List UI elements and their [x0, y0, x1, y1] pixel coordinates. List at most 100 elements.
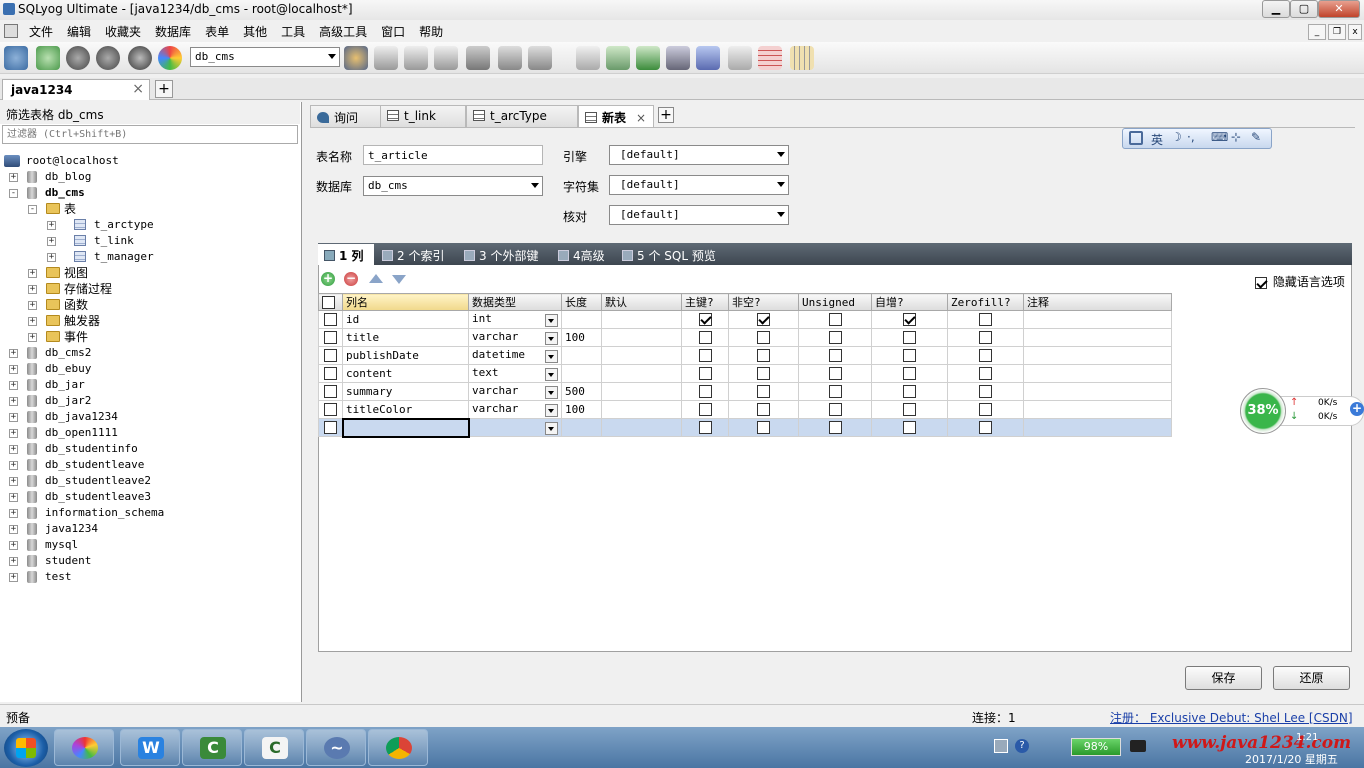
compare-icon[interactable] — [636, 46, 660, 70]
column-header[interactable]: 数据类型 — [468, 293, 562, 311]
comment-cell[interactable] — [1023, 418, 1172, 437]
query-tab[interactable]: t_link — [380, 105, 466, 127]
menu-item[interactable]: 数据库 — [148, 21, 198, 42]
chevron-down-icon[interactable] — [545, 350, 558, 363]
ai-checkbox[interactable] — [903, 349, 916, 363]
taskbar-app-chrome[interactable] — [368, 729, 428, 766]
column-tab[interactable]: 1 列 — [318, 244, 374, 265]
column-tab[interactable]: 5 个 SQL 预览 — [616, 244, 722, 265]
un-checkbox[interactable] — [828, 331, 842, 345]
close-button[interactable]: ✕ — [1318, 0, 1360, 18]
length-cell[interactable] — [561, 310, 602, 329]
comment-cell[interactable] — [1023, 346, 1172, 365]
expand-toggle-icon[interactable]: + — [9, 445, 18, 454]
moon-icon[interactable]: ☽ — [1171, 130, 1182, 144]
data-type-cell[interactable]: varchar — [468, 382, 562, 401]
table-row[interactable]: summary varchar 500 — [318, 382, 1172, 401]
taskbar-app-sqlyog[interactable]: ~ — [306, 729, 366, 766]
ai-checkbox[interactable] — [903, 421, 916, 435]
menu-item[interactable]: 文件 — [22, 21, 60, 42]
menu-item[interactable]: 编辑 — [60, 21, 98, 42]
chevron-down-icon[interactable] — [545, 332, 558, 345]
expand-toggle-icon[interactable]: + — [28, 269, 37, 278]
expand-toggle-icon[interactable]: + — [9, 493, 18, 502]
filter-input[interactable] — [2, 125, 298, 144]
column-name-cell[interactable]: id — [342, 310, 469, 329]
comment-cell[interactable] — [1023, 364, 1172, 383]
save-button[interactable]: 保存 — [1185, 666, 1262, 690]
taskbar-app-camtasia[interactable]: C — [182, 729, 242, 766]
data-search-icon[interactable] — [758, 46, 782, 70]
table-diff-icon[interactable] — [528, 46, 552, 70]
column-name-cell[interactable]: titleColor — [342, 400, 469, 419]
default-cell[interactable] — [601, 364, 682, 383]
revert-button[interactable]: 还原 — [1273, 666, 1350, 690]
length-cell[interactable]: 500 — [561, 382, 602, 401]
expand-toggle-icon[interactable]: + — [9, 541, 18, 550]
row-select-checkbox[interactable] — [323, 421, 337, 435]
pk-checkbox[interactable] — [698, 421, 712, 435]
scheduled-jobs-icon[interactable] — [696, 46, 720, 70]
length-cell[interactable]: 100 — [561, 328, 602, 347]
zf-checkbox[interactable] — [979, 349, 992, 363]
expand-toggle-icon[interactable]: + — [28, 333, 37, 342]
ai-checkbox[interactable] — [903, 403, 916, 417]
pk-checkbox[interactable] — [698, 313, 712, 327]
data-type-cell[interactable]: int — [468, 310, 562, 329]
expand-toggle-icon[interactable]: + — [9, 509, 18, 518]
add-query-tab-button[interactable]: + — [658, 107, 674, 123]
menu-item[interactable]: 其他 — [236, 21, 274, 42]
expand-toggle-icon[interactable]: + — [28, 285, 37, 294]
taskbar-app-camtasia-recorder[interactable]: C — [244, 729, 304, 766]
close-icon[interactable]: × — [636, 111, 646, 125]
add-column-icon[interactable]: + — [321, 272, 335, 286]
chevron-down-icon[interactable] — [545, 368, 558, 381]
expand-toggle-icon[interactable]: + — [9, 413, 18, 422]
row-select-checkbox[interactable] — [324, 403, 337, 417]
expand-toggle-icon[interactable]: + — [28, 317, 37, 326]
row-select-checkbox[interactable] — [324, 313, 337, 327]
un-checkbox[interactable] — [828, 403, 842, 417]
expand-toggle-icon[interactable]: + — [9, 381, 18, 390]
length-cell[interactable]: 100 — [561, 400, 602, 419]
expand-toggle-icon[interactable]: + — [9, 429, 18, 438]
data-type-cell[interactable] — [468, 418, 562, 437]
ai-checkbox[interactable] — [903, 331, 916, 345]
table-row[interactable]: titleColor varchar 100 — [318, 400, 1172, 419]
default-cell[interactable] — [601, 346, 682, 365]
column-tab[interactable]: 3 个外部键 — [458, 244, 550, 265]
table-row[interactable]: content text — [318, 364, 1172, 383]
expand-toggle-icon[interactable]: + — [47, 253, 56, 262]
nn-checkbox[interactable] — [757, 367, 770, 381]
punctuation-icon[interactable]: ·, — [1187, 130, 1195, 144]
comment-cell[interactable] — [1023, 310, 1172, 329]
column-header[interactable]: Zerofill? — [947, 293, 1024, 311]
expand-toggle-icon[interactable]: + — [9, 477, 18, 486]
pk-checkbox[interactable] — [698, 349, 712, 363]
menu-item[interactable]: 工具 — [274, 21, 312, 42]
row-select-checkbox[interactable] — [324, 385, 337, 399]
length-cell[interactable] — [561, 346, 602, 365]
select-all-checkbox[interactable] — [322, 295, 335, 309]
ime-toolbar[interactable]: 英 ☽ ·, ⌨ ⊹ ✎ — [1122, 128, 1272, 149]
expand-toggle-icon[interactable]: - — [9, 189, 18, 198]
register-link[interactable]: 注册： Exclusive Debut: Shel Lee [CSDN] — [1110, 709, 1353, 726]
query-tab[interactable]: 新表 × — [578, 105, 654, 127]
nn-checkbox[interactable] — [757, 403, 770, 417]
pk-checkbox[interactable] — [698, 385, 712, 399]
column-name-cell[interactable]: summary — [342, 382, 469, 401]
database-select[interactable]: db_cms — [190, 47, 340, 67]
engine-dropdown[interactable]: [default] — [609, 145, 789, 165]
expand-toggle-icon[interactable]: + — [47, 221, 56, 230]
add-connection-tab-button[interactable]: + — [155, 80, 173, 98]
table-row[interactable] — [318, 417, 1172, 438]
table-row[interactable]: publishDate datetime — [318, 346, 1172, 365]
expand-toggle-icon[interactable]: + — [9, 365, 18, 374]
default-cell[interactable] — [601, 310, 682, 329]
column-header[interactable]: 自增? — [871, 293, 948, 311]
schema-designer-icon[interactable] — [466, 46, 490, 70]
expand-toggle-icon[interactable]: + — [9, 349, 18, 358]
maximize-button[interactable]: ▢ — [1290, 0, 1318, 18]
pk-checkbox[interactable] — [698, 367, 712, 381]
move-up-icon[interactable] — [369, 274, 383, 283]
